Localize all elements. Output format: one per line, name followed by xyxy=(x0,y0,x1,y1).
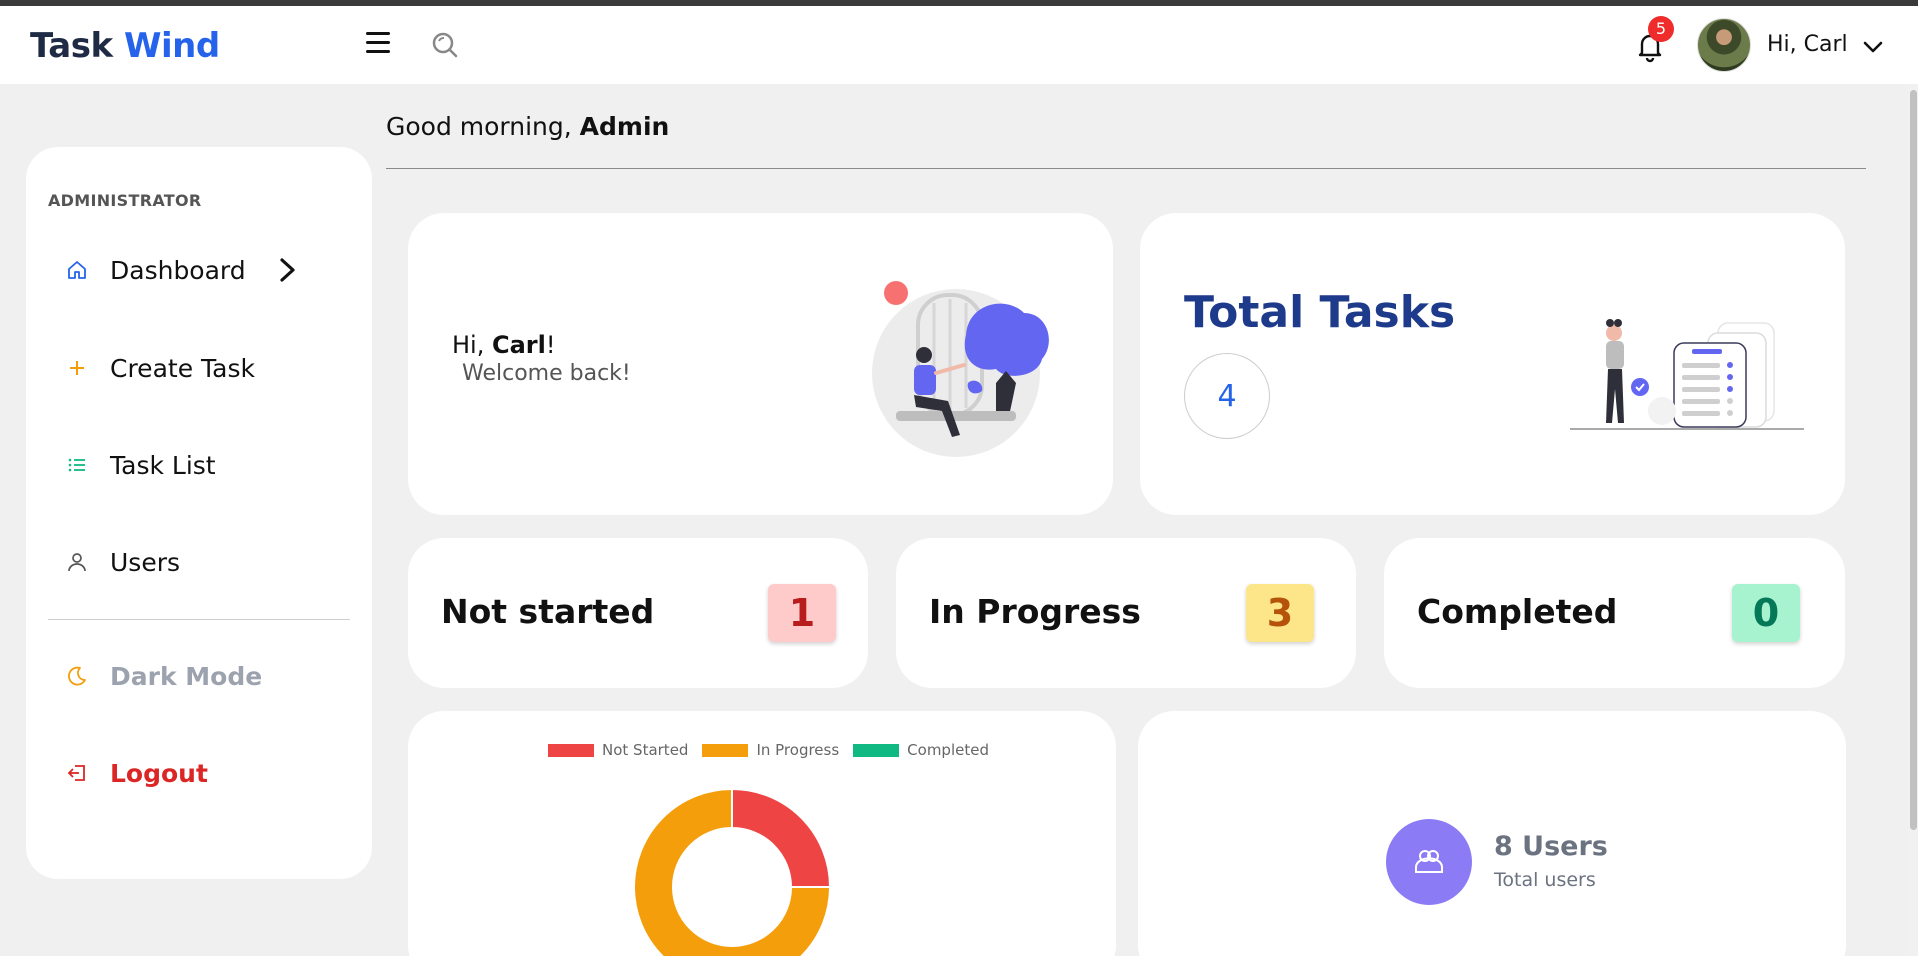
greeting-prefix: Good morning, xyxy=(386,112,572,141)
welcome-exclaim: ! xyxy=(545,331,556,359)
completed-card: Completed 0 xyxy=(1384,538,1845,688)
sidebar-item-label: Dashboard xyxy=(110,255,246,285)
welcome-title: Hi, Carl! xyxy=(452,331,555,359)
avatar[interactable] xyxy=(1697,18,1751,72)
stat-count: 1 xyxy=(768,584,836,642)
stat-label: In Progress xyxy=(929,592,1141,631)
hamburger-bar xyxy=(366,32,390,35)
total-tasks-value: 4 xyxy=(1184,353,1270,439)
stat-label: Completed xyxy=(1417,592,1618,631)
legend-swatch xyxy=(853,743,900,757)
sidebar: ADMINISTRATOR Dashboard Create Task Task… xyxy=(26,147,372,879)
legend-swatch xyxy=(548,743,594,757)
sidebar-item-label: Task List xyxy=(110,450,216,480)
welcome-illustration xyxy=(872,281,1049,457)
sidebar-divider xyxy=(48,619,350,620)
top-header: Task Wind 5 Hi, Carl xyxy=(0,6,1918,84)
plus-icon xyxy=(66,357,88,379)
hamburger-bar xyxy=(366,41,390,44)
dashboard-chevron-right-icon xyxy=(276,255,300,285)
legend-label: Completed xyxy=(907,741,989,759)
sidebar-item-dashboard[interactable]: Dashboard xyxy=(66,248,246,292)
sidebar-item-create-task[interactable]: Create Task xyxy=(66,346,255,390)
sidebar-item-label: Dark Mode xyxy=(110,661,263,691)
user-menu-button[interactable] xyxy=(1862,36,1884,58)
user-greeting[interactable]: Hi, Carl xyxy=(1767,32,1848,57)
users-avatar-circle xyxy=(1386,819,1472,905)
users-count: 8 Users xyxy=(1494,831,1608,862)
users-icon xyxy=(1415,850,1443,873)
tasks-illustration xyxy=(1570,319,1804,430)
legend-label: Not Started xyxy=(602,741,689,759)
welcome-card: Hi, Carl! Welcome back! xyxy=(408,213,1113,515)
brand-part-2: Wind xyxy=(123,26,220,66)
dark-mode-toggle[interactable]: Dark Mode xyxy=(66,654,262,698)
not-started-card: Not started 1 xyxy=(408,538,868,688)
legend-label: In Progress xyxy=(756,741,840,759)
user-icon xyxy=(66,551,88,573)
chart-legend: Not Started In Progress Completed xyxy=(548,741,1003,759)
legend-swatch xyxy=(702,743,749,757)
greeting-name: Admin xyxy=(579,112,670,141)
donut-slice-not-started[interactable] xyxy=(731,787,832,888)
welcome-hi-prefix: Hi, xyxy=(452,331,485,359)
sidebar-section-label: ADMINISTRATOR xyxy=(48,191,202,210)
task-chart-card: Not Started In Progress Completed xyxy=(408,711,1116,956)
legend-item-completed[interactable]: Completed xyxy=(853,741,989,759)
sidebar-item-task-list[interactable]: Task List xyxy=(66,443,216,487)
sidebar-item-label: Create Task xyxy=(110,353,255,383)
welcome-name: Carl xyxy=(491,331,546,359)
users-subtitle: Total users xyxy=(1494,869,1596,891)
page-scrollbar-thumb[interactable] xyxy=(1910,90,1917,830)
hamburger-bar xyxy=(366,50,390,53)
list-icon xyxy=(66,454,88,476)
in-progress-card: In Progress 3 xyxy=(896,538,1356,688)
total-tasks-card: Total Tasks 4 xyxy=(1140,213,1845,515)
sidebar-item-label: Users xyxy=(110,547,181,577)
users-card: 8 Users Total users xyxy=(1138,711,1846,956)
brand-part-1: Task xyxy=(30,26,113,66)
header-divider xyxy=(386,168,1866,169)
stat-count: 3 xyxy=(1246,584,1314,642)
stat-label: Not started xyxy=(441,592,655,631)
chevron-down-icon xyxy=(1863,41,1883,53)
menu-toggle-button[interactable] xyxy=(366,32,394,56)
search-button[interactable] xyxy=(428,28,462,62)
welcome-subtitle: Welcome back! xyxy=(462,361,631,386)
brand-logo[interactable]: Task Wind xyxy=(30,26,220,66)
stat-count: 0 xyxy=(1732,584,1800,642)
legend-item-not-started[interactable]: Not Started xyxy=(548,741,688,759)
sidebar-item-users[interactable]: Users xyxy=(66,540,180,584)
legend-item-in-progress[interactable]: In Progress xyxy=(702,741,839,759)
task-status-donut-chart xyxy=(633,787,832,956)
total-tasks-title: Total Tasks xyxy=(1184,287,1456,338)
notification-badge: 5 xyxy=(1648,16,1674,42)
logout-button[interactable]: Logout xyxy=(66,751,208,795)
moon-icon xyxy=(66,665,88,687)
sidebar-item-label: Logout xyxy=(110,758,208,788)
page-greeting: Good morning, Admin xyxy=(386,112,669,141)
logout-icon xyxy=(66,762,88,784)
home-icon xyxy=(66,259,88,281)
search-icon xyxy=(432,32,458,58)
